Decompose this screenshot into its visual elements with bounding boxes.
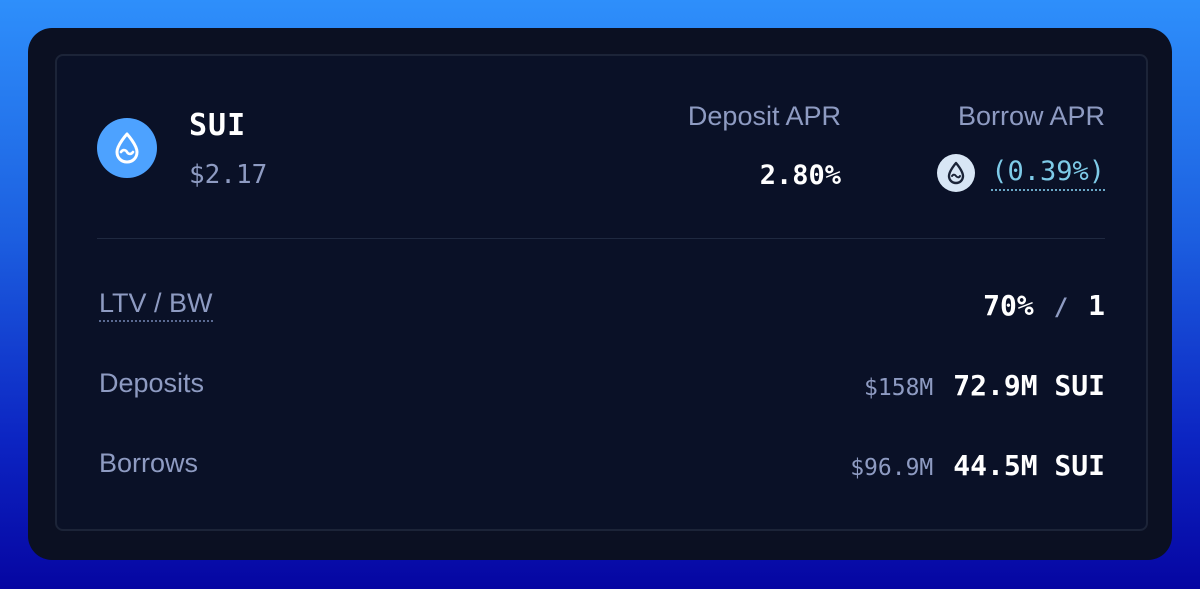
ltv-separator: /: [1053, 293, 1069, 321]
ltv-value: 70%: [983, 289, 1034, 322]
deposits-usd: $158M: [864, 375, 934, 401]
bw-value: 1: [1088, 289, 1105, 322]
borrow-apr-row: (0.39%): [937, 154, 1105, 192]
borrows-usd: $96.9M: [850, 455, 934, 481]
ltv-bw-label[interactable]: LTV / BW: [99, 288, 213, 322]
deposits-amount: 72.9M SUI: [953, 369, 1105, 402]
borrow-apr-label: Borrow APR: [957, 101, 1105, 131]
ltv-bw-value: 70% / 1: [983, 289, 1105, 322]
deposits-label: Deposits: [99, 368, 205, 398]
borrow-apr-value-tooltip-trigger[interactable]: (0.39%): [991, 156, 1105, 191]
deposits-value: $158M 72.9M SUI: [864, 369, 1105, 402]
deposit-apr-label: Deposit APR: [687, 101, 841, 131]
asset-price: $2.17: [189, 160, 268, 190]
sui-logo-icon: [97, 118, 157, 178]
borrows-amount: 44.5M SUI: [953, 449, 1105, 482]
deposit-apr-value: 2.80%: [759, 160, 841, 191]
borrows-value: $96.9M 44.5M SUI: [850, 449, 1105, 482]
borrows-label: Borrows: [99, 448, 199, 478]
asset-stats-card: SUI $2.17 Deposit APR 2.80% Borrow APR (…: [55, 54, 1148, 531]
asset-symbol: SUI: [189, 108, 247, 143]
divider: [97, 238, 1105, 239]
sui-reward-icon: [937, 154, 976, 192]
